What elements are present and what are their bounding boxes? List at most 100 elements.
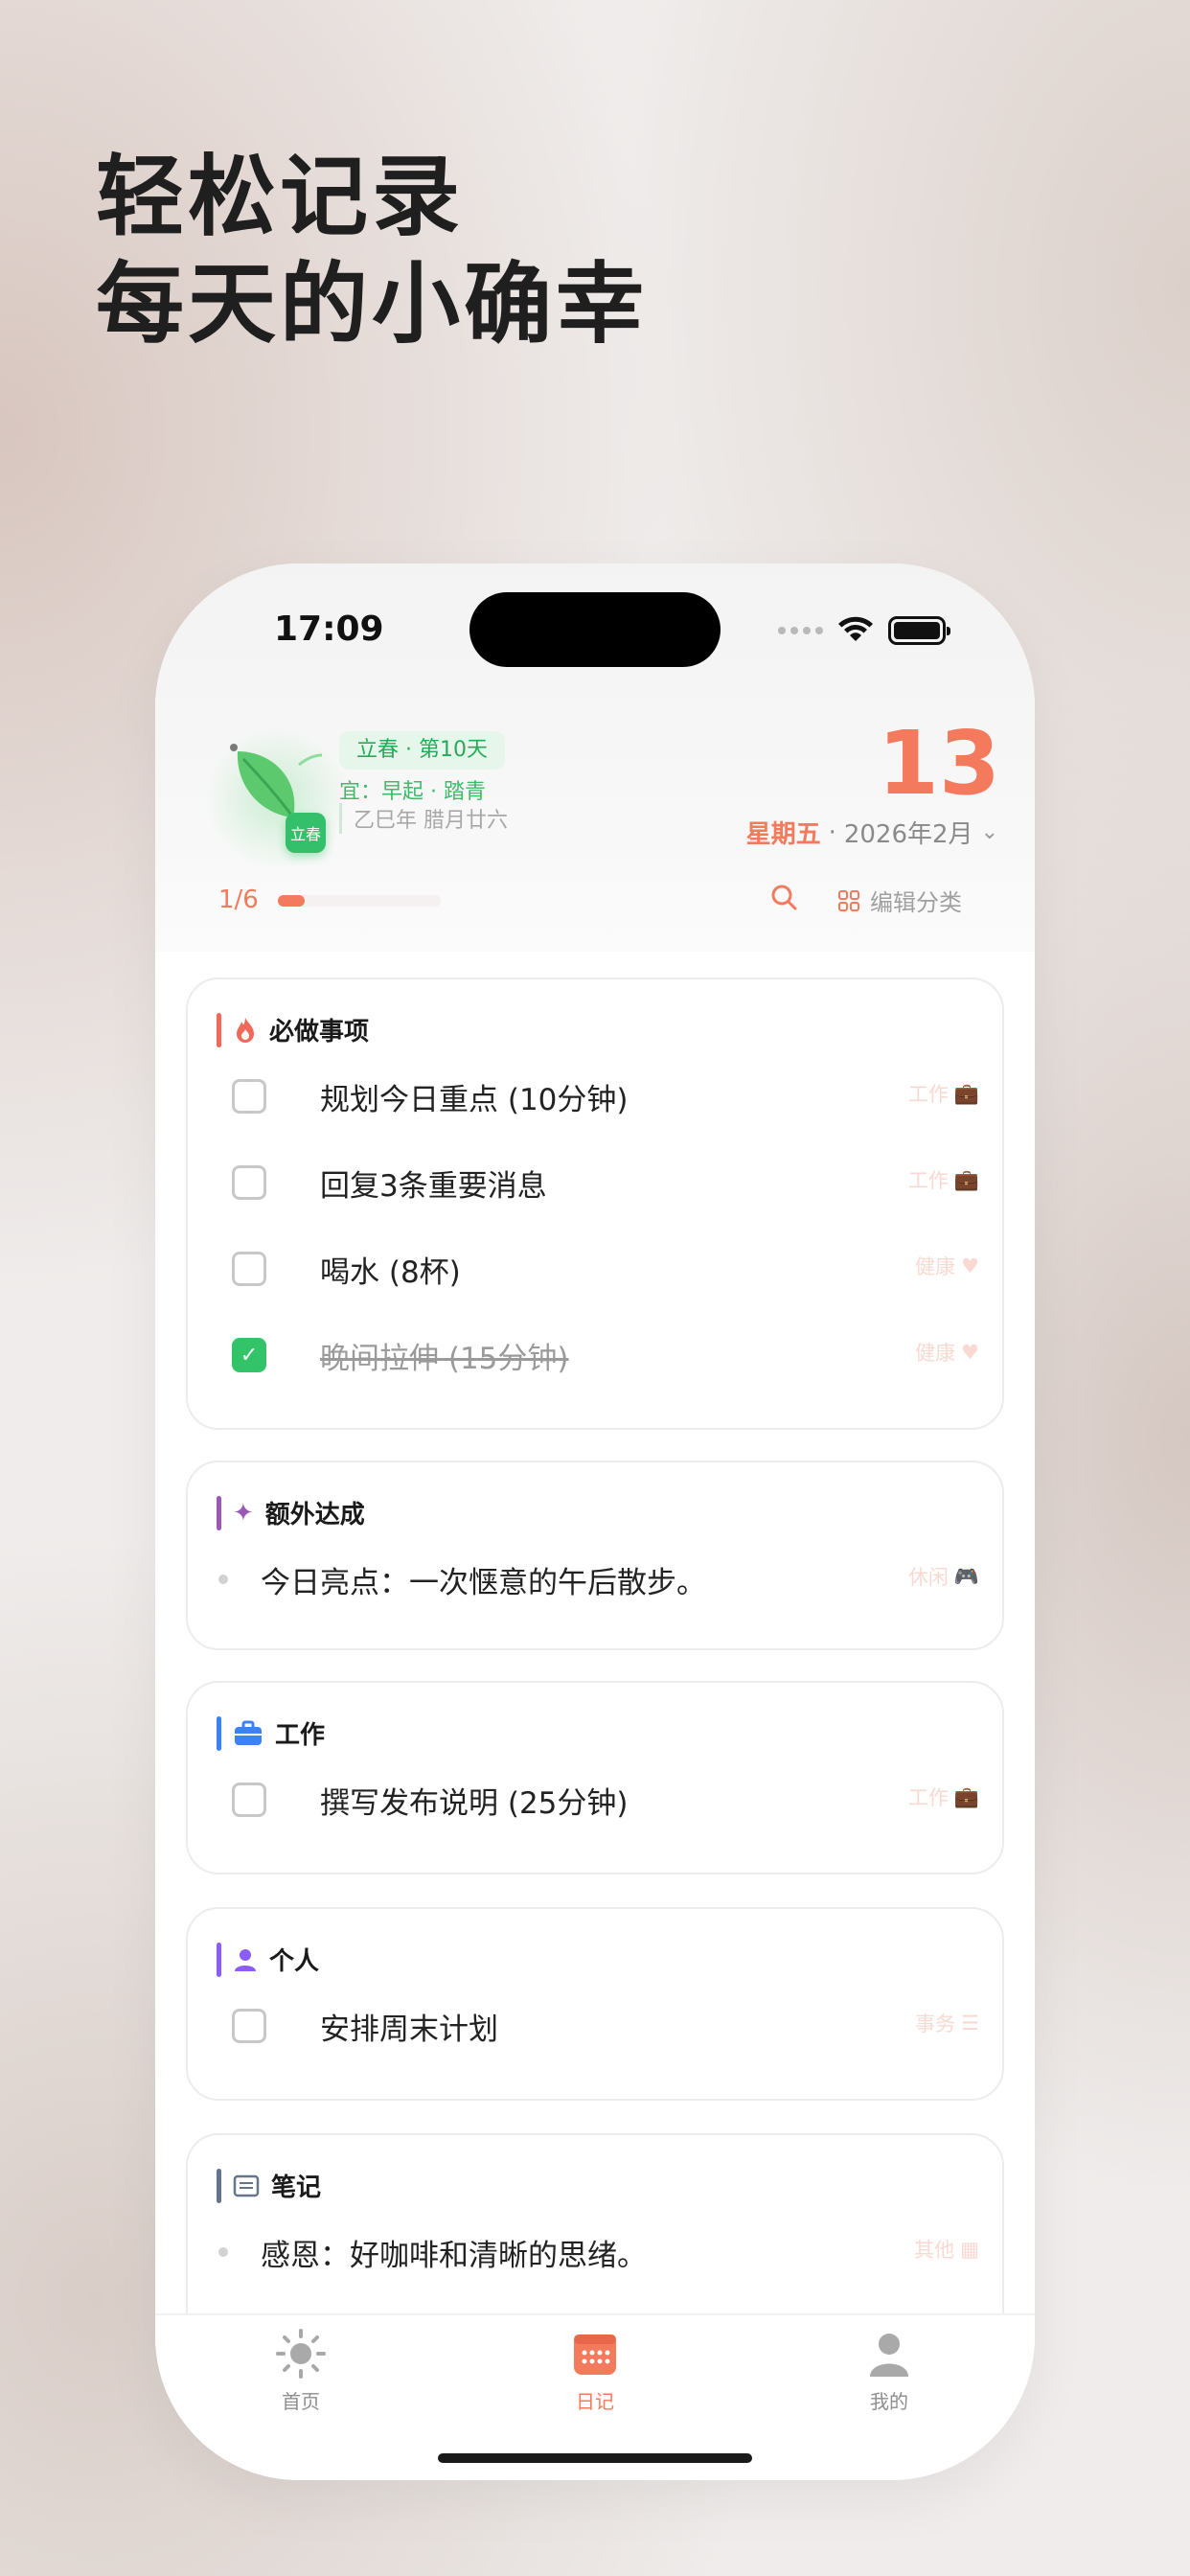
task-checkbox[interactable]: [232, 1252, 266, 1286]
task-checkbox-checked[interactable]: ✓: [232, 1338, 266, 1372]
section-title: 个人: [269, 1947, 320, 1976]
task-tag: 其他 ▦: [914, 2235, 979, 2264]
heart-icon: ♥: [961, 1254, 979, 1277]
briefcase-icon: 💼: [953, 1784, 979, 1808]
progress-bar: [278, 895, 441, 907]
section-work: 工作 撰写发布说明 (25分钟) 工作 💼: [186, 1681, 1004, 1874]
heart-icon: ♥: [961, 1341, 979, 1364]
task-row[interactable]: 回复3条重要消息 工作 💼: [232, 1154, 979, 1211]
task-text: 规划今日重点 (10分钟): [320, 1082, 629, 1117]
date-separator: ·: [828, 817, 836, 847]
home-indicator: [438, 2453, 752, 2463]
tag-label: 休闲: [907, 1566, 949, 1589]
tag-label: 健康: [915, 1342, 956, 1365]
tab-diary[interactable]: 日记: [518, 2327, 672, 2414]
tab-label: 首页: [282, 2390, 320, 2413]
edit-categories-button[interactable]: 编辑分类: [837, 884, 962, 917]
headline: 轻松记录 每天的小确幸: [96, 144, 648, 358]
grid-icon: [838, 889, 859, 911]
task-row[interactable]: 撰写发布说明 (25分钟) 工作 💼: [232, 1771, 979, 1828]
task-row[interactable]: 喝水 (8杯) 健康 ♥: [232, 1240, 979, 1298]
progress-fill: [278, 895, 306, 907]
task-row[interactable]: 安排周末计划 事务 ☰: [232, 1997, 979, 2055]
task-tag: 工作 💼: [908, 1079, 979, 1108]
task-tag: 工作 💼: [908, 1165, 979, 1194]
tag-label: 工作: [907, 1083, 949, 1106]
tag-label: 其他: [914, 2239, 955, 2262]
section-header: ✦ 额外达成: [217, 1495, 365, 1530]
phone-frame: 17:09 立春 立春 · 第10天 宜：早起 · 踏青 乙巳年 腊月廿六 13…: [155, 564, 1035, 2480]
checklist-icon: ☰: [961, 2012, 979, 2035]
section-title: 笔记: [271, 2174, 322, 2202]
section-header: 工作: [217, 1715, 325, 1751]
wifi-icon: [838, 616, 873, 641]
note-icon: [233, 2174, 260, 2196]
tab-label: 日记: [576, 2390, 614, 2413]
task-checkbox[interactable]: [232, 1079, 266, 1114]
task-row[interactable]: ✓ 晚间拉伸 (15分钟) 健康 ♥: [232, 1326, 979, 1384]
briefcase-icon: [235, 1720, 262, 1745]
flame-icon: [237, 1017, 254, 1043]
section-personal: 个人 安排周末计划 事务 ☰: [186, 1907, 1004, 2101]
note-row[interactable]: 感恩：好咖啡和清晰的思绪。 其他 ▦: [217, 2223, 979, 2281]
task-tag: 休闲 🎮: [908, 1562, 979, 1591]
month-label: 2026年2月: [843, 820, 973, 849]
status-time: 17:09: [274, 610, 384, 649]
task-tag: 工作 💼: [908, 1782, 979, 1811]
task-tag: 事务 ☰: [915, 2009, 979, 2037]
tag-label: 事务: [915, 2012, 956, 2036]
progress-label: 1/6: [218, 886, 259, 914]
search-icon[interactable]: [768, 882, 799, 912]
bullet-icon: [218, 2247, 228, 2257]
person-icon: [235, 1948, 256, 1971]
solar-term-illustration: [205, 726, 349, 870]
briefcase-icon: 💼: [953, 1167, 979, 1191]
tab-home[interactable]: 首页: [224, 2327, 378, 2414]
task-text: 喝水 (8杯): [320, 1254, 461, 1290]
leaf-icon: [230, 744, 323, 818]
tab-profile[interactable]: 我的: [812, 2327, 966, 2414]
battery-icon: [888, 616, 950, 645]
edit-categories-label: 编辑分类: [870, 889, 962, 916]
task-tag: 健康 ♥: [915, 1252, 979, 1280]
section-title: 工作: [275, 1721, 326, 1750]
tab-label: 我的: [870, 2390, 908, 2413]
grid-icon: ▦: [960, 2238, 979, 2261]
task-text: 安排周末计划: [320, 2012, 498, 2047]
sparkle-icon: ✦: [233, 1498, 254, 1528]
headline-line1: 轻松记录: [96, 146, 465, 248]
solar-term-pill: 立春 · 第10天: [339, 731, 505, 770]
task-checkbox[interactable]: [232, 2009, 266, 2043]
calendar-icon: [574, 2334, 616, 2375]
tag-label: 工作: [907, 1786, 949, 1809]
task-checkbox[interactable]: [232, 1165, 266, 1200]
task-tag: 健康 ♥: [915, 1338, 979, 1367]
weekday-label: 星期五: [745, 820, 821, 849]
section-title: 必做事项: [269, 1018, 370, 1046]
section-header: 笔记: [217, 2168, 321, 2203]
note-row[interactable]: 今日亮点：一次惬意的午后散步。 休闲 🎮: [217, 1551, 979, 1608]
headline-line2: 每天的小确幸: [96, 253, 649, 356]
task-text: 撰写发布说明 (25分钟): [320, 1785, 629, 1821]
date-picker[interactable]: 星期五 · 2026年2月 ⌄: [746, 815, 998, 850]
section-extra: ✦ 额外达成 今日亮点：一次惬意的午后散步。 休闲 🎮: [186, 1460, 1004, 1650]
solar-term-badge: 立春: [286, 813, 326, 853]
tag-label: 健康: [915, 1255, 956, 1278]
task-text: 晚间拉伸 (15分钟): [320, 1341, 569, 1376]
lunar-date: 乙巳年 腊月廿六: [339, 803, 508, 834]
gamepad-icon: 🎮: [953, 1564, 979, 1588]
almanac-yi: 宜：早起 · 踏青: [339, 780, 486, 804]
day-number: 13: [877, 712, 1000, 815]
section-notes: 笔记 感恩：好咖啡和清晰的思绪。 其他 ▦: [186, 2133, 1004, 2344]
task-checkbox[interactable]: [232, 1782, 266, 1817]
note-text: 今日亮点：一次惬意的午后散步。: [261, 1565, 706, 1600]
task-text: 回复3条重要消息: [320, 1168, 547, 1204]
signal-icon: [778, 627, 823, 634]
person-icon: [870, 2334, 908, 2377]
note-text: 感恩：好咖啡和清晰的思绪。: [261, 2238, 647, 2273]
task-row[interactable]: 规划今日重点 (10分钟) 工作 💼: [232, 1068, 979, 1125]
section-title: 额外达成: [264, 1501, 365, 1530]
briefcase-icon: 💼: [953, 1081, 979, 1105]
status-icons: [778, 611, 950, 650]
sun-icon: [276, 2329, 326, 2379]
